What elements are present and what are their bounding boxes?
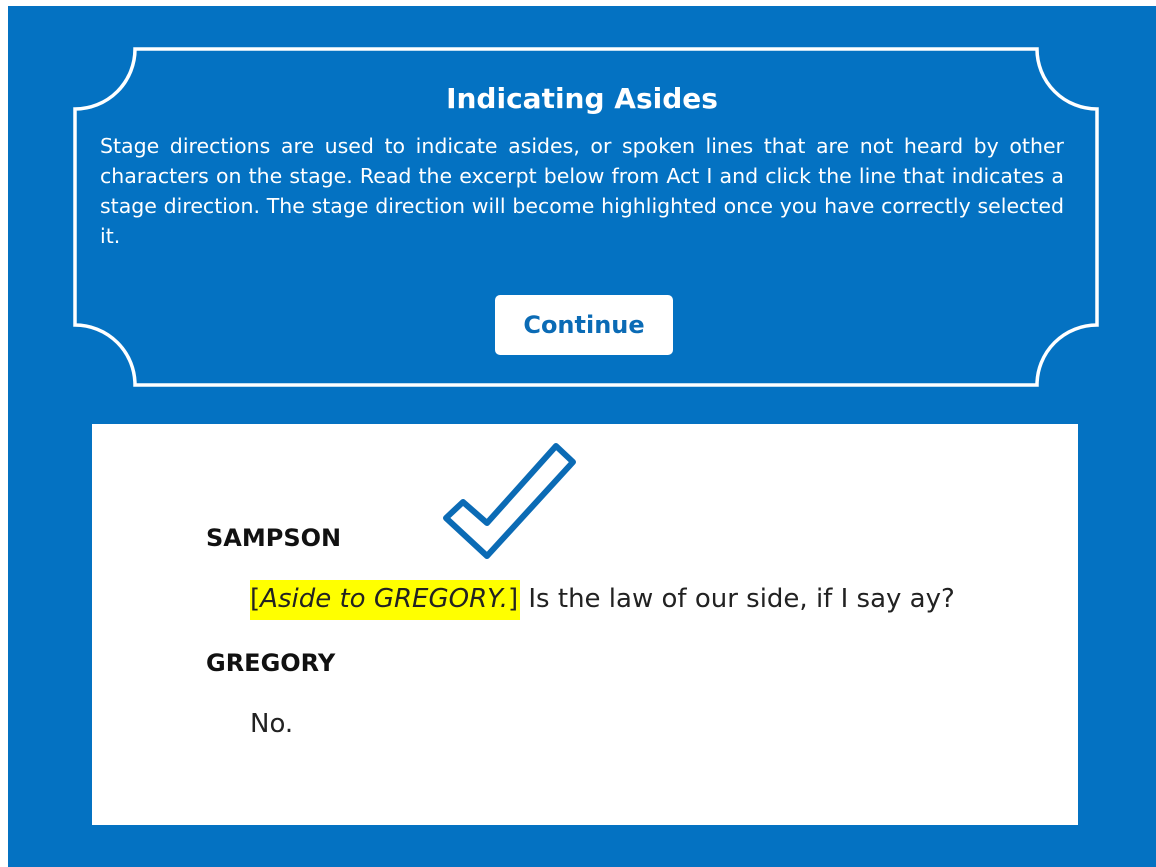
- continue-button[interactable]: Continue: [495, 295, 673, 355]
- dialogue-line-sampson: [Aside to GREGORY.] Is the law of our si…: [250, 580, 955, 620]
- speaker-gregory: GREGORY: [206, 649, 336, 677]
- dialogue-line-gregory: No.: [250, 709, 293, 739]
- spoken-line-gregory[interactable]: No.: [250, 709, 293, 739]
- excerpt-panel: SAMPSON [Aside to GREGORY.] Is the law o…: [92, 424, 1078, 825]
- activity-title: Indicating Asides: [446, 82, 718, 115]
- bracket-open: [: [250, 584, 261, 614]
- instructions-text: Stage directions are used to indicate as…: [100, 134, 1064, 248]
- bracket-close: ]: [507, 584, 519, 614]
- spoken-line-sampson[interactable]: Is the law of our side, if I say ay?: [520, 584, 954, 614]
- activity-stage: Indicating Asides Stage directions are u…: [8, 6, 1156, 867]
- stage-direction-text: Aside to GREGORY.: [260, 584, 508, 614]
- instructions-panel: Indicating Asides Stage directions are u…: [100, 82, 1064, 251]
- check-icon: [443, 443, 576, 559]
- stage-direction-highlighted[interactable]: [Aside to GREGORY.]: [250, 580, 521, 620]
- speaker-sampson: SAMPSON: [206, 524, 342, 552]
